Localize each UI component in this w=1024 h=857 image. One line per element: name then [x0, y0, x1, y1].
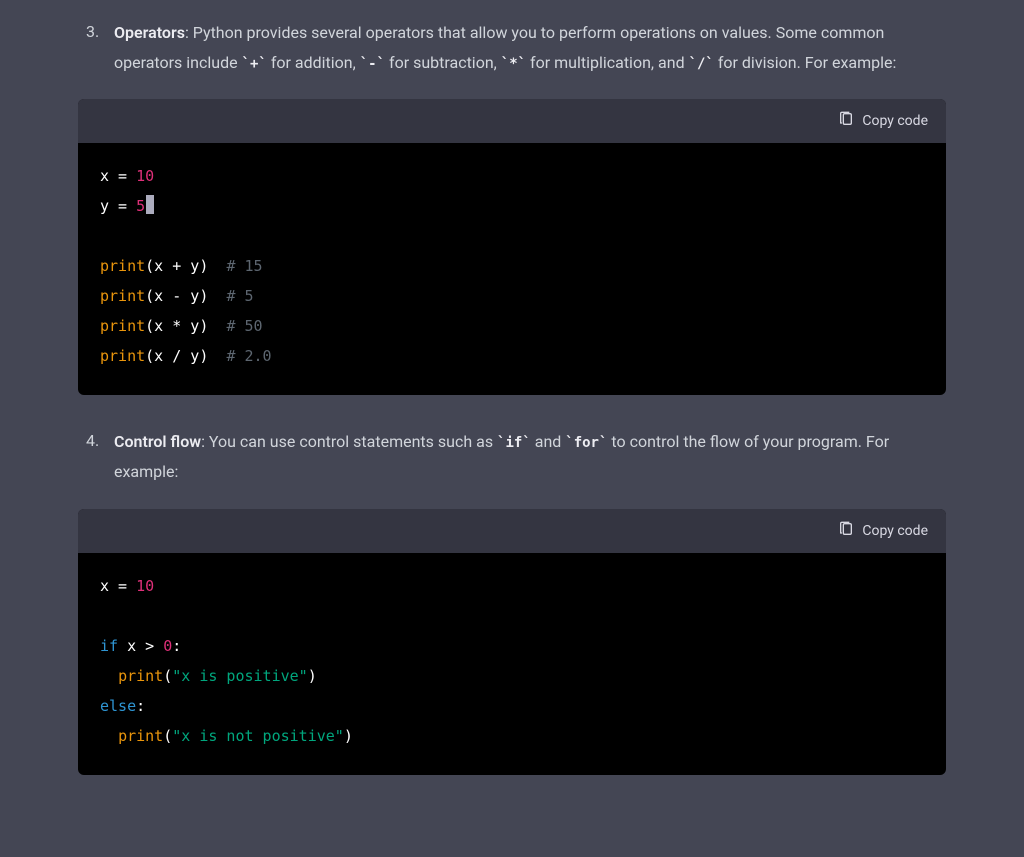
- copy-code-button[interactable]: Copy code: [838, 111, 928, 131]
- code-token: # 50: [226, 317, 262, 335]
- list-title: Operators: [114, 23, 185, 42]
- code-token: print: [100, 257, 145, 275]
- code-token: x =: [100, 167, 136, 185]
- code-block-operators: Copy code x = 10 y = 5 print(x + y) # 15…: [78, 99, 946, 395]
- ordered-list: 3. Operators: Python provides several op…: [78, 18, 946, 775]
- list-number: 3.: [86, 18, 99, 46]
- code-token: (x + y): [145, 257, 226, 275]
- code-token: print: [118, 667, 163, 685]
- code-token: (x * y): [145, 317, 226, 335]
- message-content: 3. Operators: Python provides several op…: [0, 0, 1024, 775]
- code-token: ): [308, 667, 317, 685]
- copy-label: Copy code: [862, 523, 928, 539]
- code-token: 10: [136, 577, 154, 595]
- list-text: Operators: Python provides several opera…: [114, 18, 946, 77]
- inline-code-star: `*`: [501, 56, 526, 72]
- code-token: (x / y): [145, 347, 226, 365]
- code-token: x =: [100, 577, 136, 595]
- inline-code-for: `for`: [565, 435, 607, 451]
- inline-code-if: `if`: [497, 435, 531, 451]
- code-token: (: [163, 727, 172, 745]
- inline-code-minus: `-`: [360, 56, 385, 72]
- code-token: "x is not positive": [172, 727, 344, 745]
- list-text: Control flow: You can use control statem…: [114, 427, 946, 486]
- clipboard-icon: [838, 111, 854, 131]
- code-token: # 5: [226, 287, 253, 305]
- copy-code-button[interactable]: Copy code: [838, 521, 928, 541]
- inline-code-slash: `/`: [689, 56, 714, 72]
- code-token: (x - y): [145, 287, 226, 305]
- code-header: Copy code: [78, 99, 946, 143]
- code-header: Copy code: [78, 509, 946, 553]
- code-token: print: [100, 347, 145, 365]
- code-block-control-flow: Copy code x = 10 if x > 0: print("x is p…: [78, 509, 946, 775]
- code-token: print: [118, 727, 163, 745]
- text-segment: for subtraction,: [385, 53, 501, 72]
- code-token: if: [100, 637, 118, 655]
- code-token: ): [344, 727, 353, 745]
- code-token: :: [172, 637, 181, 655]
- list-item-operators: 3. Operators: Python provides several op…: [78, 18, 946, 77]
- typing-cursor: [146, 195, 154, 214]
- list-number: 4.: [86, 427, 99, 455]
- text-segment: for division. For example:: [714, 53, 896, 72]
- code-token: "x is positive": [172, 667, 307, 685]
- code-token: y =: [100, 197, 136, 215]
- clipboard-icon: [838, 521, 854, 541]
- inline-code-plus: `+`: [242, 56, 267, 72]
- code-token: 10: [136, 167, 154, 185]
- code-token: print: [100, 317, 145, 335]
- text-segment: for addition,: [267, 53, 360, 72]
- code-token: (: [163, 667, 172, 685]
- code-body[interactable]: x = 10 y = 5 print(x + y) # 15 print(x -…: [78, 143, 946, 395]
- text-segment: for multiplication, and: [526, 53, 689, 72]
- code-body[interactable]: x = 10 if x > 0: print("x is positive") …: [78, 553, 946, 775]
- code-token: else: [100, 697, 136, 715]
- code-token: print: [100, 287, 145, 305]
- code-token: 5: [136, 197, 145, 215]
- text-segment: : You can use control statements such as: [201, 432, 497, 451]
- code-token: :: [136, 697, 145, 715]
- code-token: # 2.0: [226, 347, 271, 365]
- code-token: # 15: [226, 257, 262, 275]
- list-item-control-flow: 4. Control flow: You can use control sta…: [78, 427, 946, 486]
- copy-label: Copy code: [862, 113, 928, 129]
- list-title: Control flow: [114, 432, 201, 451]
- text-segment: and: [531, 432, 566, 451]
- code-token: x >: [118, 637, 163, 655]
- code-token: 0: [163, 637, 172, 655]
